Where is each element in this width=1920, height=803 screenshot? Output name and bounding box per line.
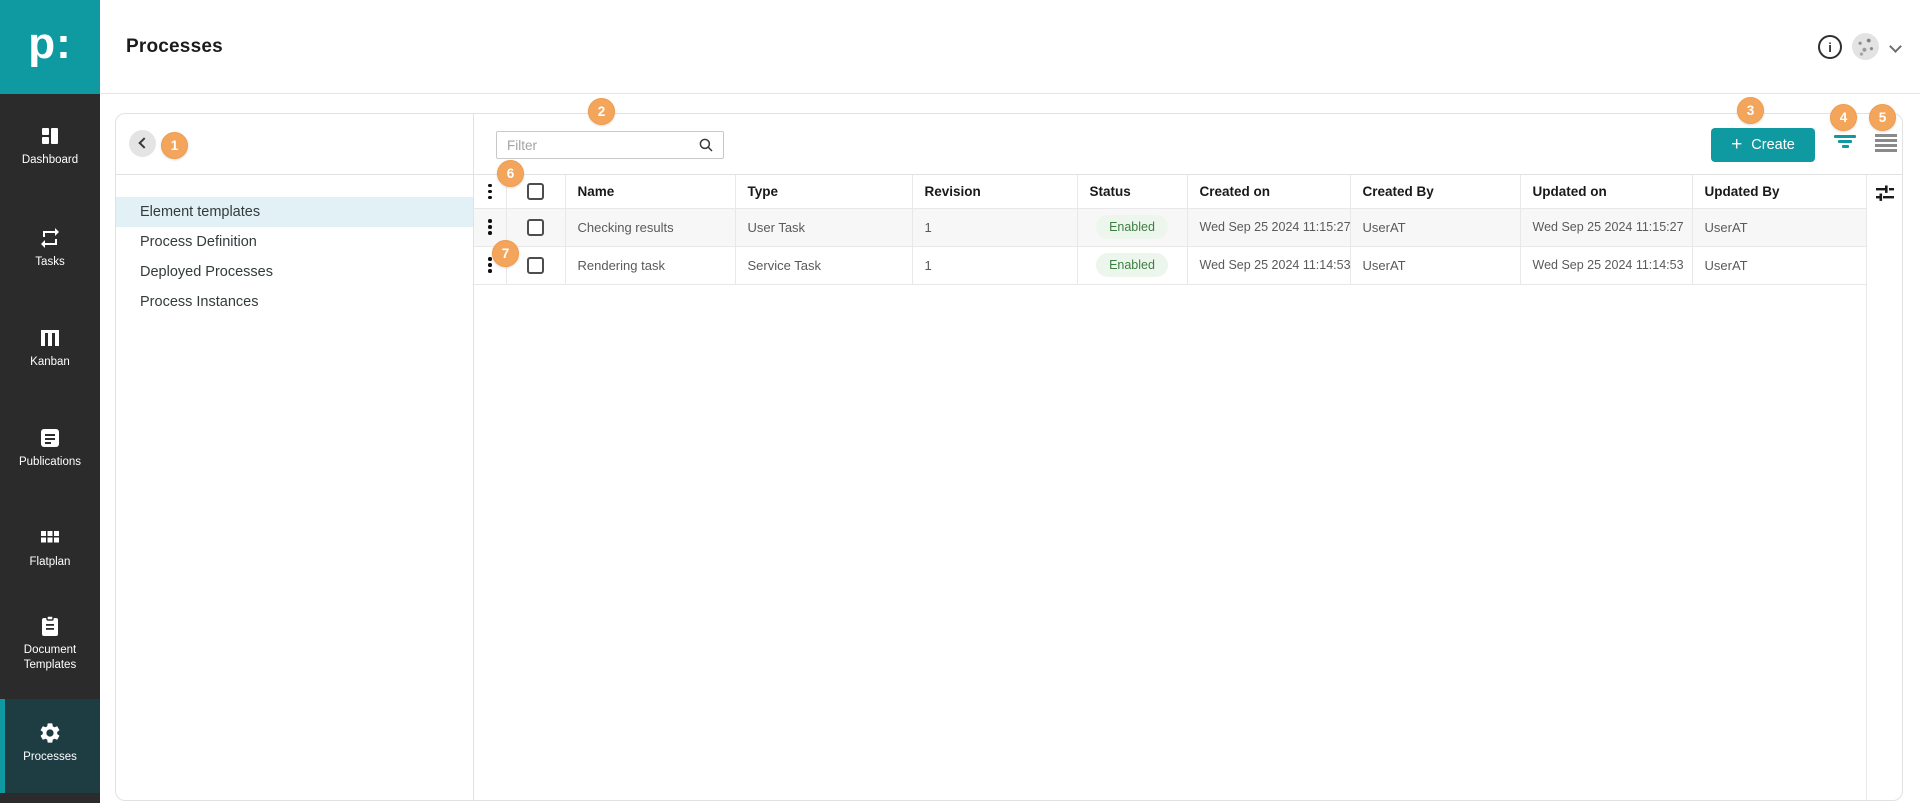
- filter-input-wrapper: [496, 131, 724, 159]
- dashboard-icon: [38, 124, 62, 148]
- col-header-revision[interactable]: Revision: [912, 175, 1077, 208]
- sidebar-item-tasks[interactable]: Tasks: [0, 226, 100, 270]
- column-settings-icon[interactable]: [1873, 182, 1897, 206]
- row-menu-button[interactable]: [482, 215, 498, 239]
- annotation-badge-3: 3: [1737, 97, 1764, 124]
- process-table: Name Type Revision Status Created on Cre…: [474, 175, 1867, 285]
- cell-updated-by: UserAT: [1692, 246, 1866, 284]
- annotation-badge-6: 6: [497, 160, 524, 187]
- create-button[interactable]: + Create: [1711, 128, 1815, 162]
- sidebar-item-processes[interactable]: Processes: [0, 699, 100, 793]
- cell-updated-by: UserAT: [1692, 208, 1866, 246]
- kanban-columns-icon: [38, 326, 62, 350]
- clipboard-icon: [38, 614, 62, 638]
- cell-name: Checking results: [565, 208, 735, 246]
- table-row: Rendering task Service Task 1 Enabled We…: [474, 246, 1866, 284]
- search-icon[interactable]: [697, 136, 715, 154]
- sidebar-item-label: Kanban: [0, 355, 100, 370]
- sidebar-item-label: Publications: [0, 455, 100, 470]
- table-right-border: [1866, 175, 1867, 800]
- sidebar-item-flatplan[interactable]: Flatplan: [0, 526, 100, 570]
- annotation-badge-7: 7: [492, 240, 519, 267]
- main-sidebar: p: Dashboard Tasks Kanban Publications: [0, 0, 100, 803]
- row-checkbox[interactable]: [527, 257, 544, 274]
- cell-type: User Task: [735, 208, 912, 246]
- col-header-name[interactable]: Name: [565, 175, 735, 208]
- row-checkbox[interactable]: [527, 219, 544, 236]
- content-card: Element templates Process Definition Dep…: [115, 113, 1903, 801]
- panel-item-process-instances[interactable]: Process Instances: [116, 287, 473, 317]
- sidebar-item-label: Dashboard: [0, 153, 100, 168]
- col-header-updated-by[interactable]: Updated By: [1692, 175, 1866, 208]
- create-button-label: Create: [1751, 137, 1795, 153]
- header-menu-button[interactable]: [482, 180, 498, 204]
- filter-list-icon[interactable]: [1833, 135, 1857, 157]
- app-logo[interactable]: p:: [0, 0, 100, 94]
- status-badge: Enabled: [1096, 253, 1168, 277]
- select-all-checkbox[interactable]: [527, 183, 544, 200]
- top-header: Processes i: [100, 0, 1920, 94]
- collapse-panel-button[interactable]: [129, 130, 156, 157]
- chevron-down-icon[interactable]: [1889, 40, 1902, 53]
- panel-item-process-definition[interactable]: Process Definition: [116, 227, 473, 257]
- sidebar-item-dashboard[interactable]: Dashboard: [0, 124, 100, 168]
- cell-type: Service Task: [735, 246, 912, 284]
- col-header-updated-on[interactable]: Updated on: [1520, 175, 1692, 208]
- article-icon: [38, 426, 62, 450]
- col-header-status[interactable]: Status: [1077, 175, 1187, 208]
- cell-created-on: Wed Sep 25 2024 11:14:53: [1187, 246, 1350, 284]
- cell-updated-on: Wed Sep 25 2024 11:15:27: [1520, 208, 1692, 246]
- panel-item-deployed-processes[interactable]: Deployed Processes: [116, 257, 473, 287]
- sidebar-item-label: Flatplan: [0, 555, 100, 570]
- app-root: p: Dashboard Tasks Kanban Publications: [0, 0, 1920, 803]
- col-header-created-on[interactable]: Created on: [1187, 175, 1350, 208]
- sidebar-item-label: Tasks: [0, 255, 100, 270]
- grid-icon: [38, 526, 62, 550]
- annotation-badge-2: 2: [588, 98, 615, 125]
- status-badge: Enabled: [1096, 215, 1168, 239]
- repeat-arrows-icon: [38, 226, 62, 250]
- cell-name: Rendering task: [565, 246, 735, 284]
- sidebar-item-label: Processes: [0, 750, 100, 765]
- table-header-row: Name Type Revision Status Created on Cre…: [474, 175, 1866, 208]
- cell-created-by: UserAT: [1350, 208, 1520, 246]
- plus-icon: +: [1731, 135, 1742, 154]
- cell-revision: 1: [912, 208, 1077, 246]
- process-nav-panel: Element templates Process Definition Dep…: [116, 114, 474, 800]
- filter-input[interactable]: [497, 132, 697, 158]
- sidebar-item-label: Document Templates: [0, 643, 100, 673]
- cell-revision: 1: [912, 246, 1077, 284]
- annotation-badge-4: 4: [1830, 104, 1857, 131]
- chevron-left-icon: [138, 137, 149, 148]
- cell-created-by: UserAT: [1350, 246, 1520, 284]
- sidebar-item-document-templates[interactable]: Document Templates: [0, 614, 100, 673]
- sidebar-item-kanban[interactable]: Kanban: [0, 326, 100, 370]
- annotation-badge-1: 1: [161, 132, 188, 159]
- panel-item-element-templates[interactable]: Element templates: [116, 197, 473, 227]
- annotation-badge-5: 5: [1869, 104, 1896, 131]
- cell-created-on: Wed Sep 25 2024 11:15:27: [1187, 208, 1350, 246]
- avatar[interactable]: [1852, 33, 1879, 60]
- col-header-type[interactable]: Type: [735, 175, 912, 208]
- menu-lines-icon[interactable]: [1874, 134, 1898, 158]
- cell-updated-on: Wed Sep 25 2024 11:14:53: [1520, 246, 1692, 284]
- table-row: Checking results User Task 1 Enabled Wed…: [474, 208, 1866, 246]
- process-table-wrap: Name Type Revision Status Created on Cre…: [474, 175, 1867, 285]
- info-icon[interactable]: i: [1818, 35, 1842, 59]
- panel-list: Element templates Process Definition Dep…: [116, 197, 473, 317]
- page-title: Processes: [126, 0, 223, 94]
- col-header-created-by[interactable]: Created By: [1350, 175, 1520, 208]
- sidebar-item-publications[interactable]: Publications: [0, 426, 100, 470]
- settings-gear-icon: [38, 721, 62, 745]
